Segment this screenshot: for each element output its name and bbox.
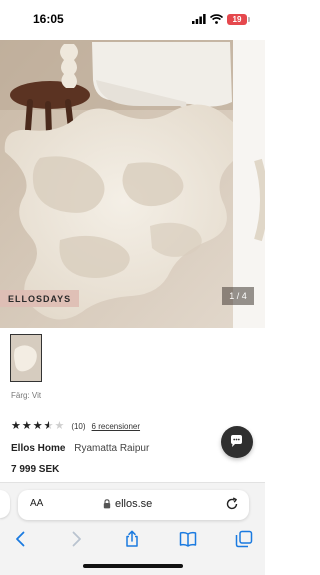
thumbnail-image xyxy=(11,335,41,381)
rug-photo xyxy=(0,40,265,328)
chat-button[interactable] xyxy=(221,426,253,458)
product-title: Ellos Home Ryamatta Raipur xyxy=(11,443,149,454)
battery-icon: 19 xyxy=(227,13,250,25)
slide-counter: 1 / 4 xyxy=(222,287,254,305)
rating-row: ★★★★★ ★★★★★ (10) 6 recensioner xyxy=(11,419,140,433)
rating-count: (10) xyxy=(71,421,86,431)
stars-filled: ★★★★★ xyxy=(11,420,49,432)
address-bar[interactable]: AA ellos.se xyxy=(18,490,249,520)
lock-icon xyxy=(103,499,111,509)
rating-stars: ★★★★★ ★★★★★ xyxy=(11,420,65,432)
promo-badge: ELLOSDAYS xyxy=(0,290,80,307)
status-bar: 16:05 19 xyxy=(0,0,265,40)
chat-icon xyxy=(231,435,242,447)
url-text: ellos.se xyxy=(115,498,153,510)
reviews-link[interactable]: 6 recensioner xyxy=(92,422,140,431)
browser-toolbar xyxy=(0,524,265,554)
status-time: 16:05 xyxy=(33,12,64,26)
battery-level: 19 xyxy=(232,14,242,24)
bookmarks-icon[interactable] xyxy=(179,530,197,548)
wifi-icon xyxy=(210,14,223,24)
color-thumbnail[interactable] xyxy=(10,334,42,382)
forward-icon[interactable] xyxy=(67,530,85,548)
color-label: Färg: Vit xyxy=(11,391,42,400)
text-size-button[interactable]: AA xyxy=(30,498,43,509)
status-icons: 19 xyxy=(192,13,250,25)
reload-icon[interactable] xyxy=(225,497,239,511)
product-brand: Ellos Home xyxy=(11,443,66,454)
back-icon[interactable] xyxy=(12,530,30,548)
product-price: 7 999 SEK xyxy=(11,464,60,475)
product-image-carousel[interactable]: ELLOSDAYS 1 / 4 xyxy=(0,40,265,328)
signal-icon xyxy=(192,14,206,24)
url-display[interactable]: ellos.se xyxy=(103,498,152,510)
home-indicator xyxy=(83,564,183,568)
product-name: Ryamatta Raipur xyxy=(74,443,150,454)
tabs-icon[interactable] xyxy=(235,530,253,548)
share-icon[interactable] xyxy=(123,530,141,548)
